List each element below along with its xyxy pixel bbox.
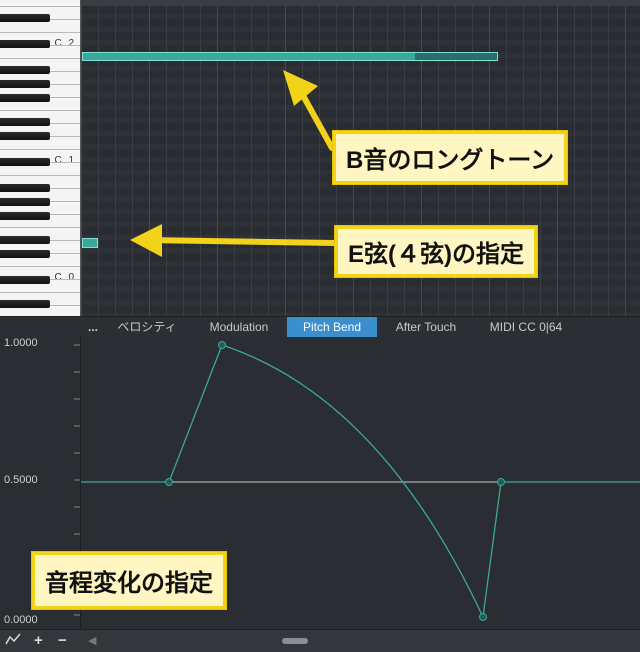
callout-e-string: E弦(４弦)の指定: [335, 226, 537, 277]
arrow-e-string-shaft: [142, 237, 337, 246]
app-window: C 2 C 1 C 0 ... ベロシティ Modulation Pitch B…: [0, 0, 640, 652]
arrow-long-tone-head: [283, 70, 318, 106]
callout-long-tone: B音のロングトーン: [333, 131, 568, 184]
callout-pitch-change: 音程変化の指定: [32, 552, 226, 609]
arrow-long-tone-shaft: [297, 87, 335, 151]
arrow-e-string-head: [130, 224, 162, 257]
